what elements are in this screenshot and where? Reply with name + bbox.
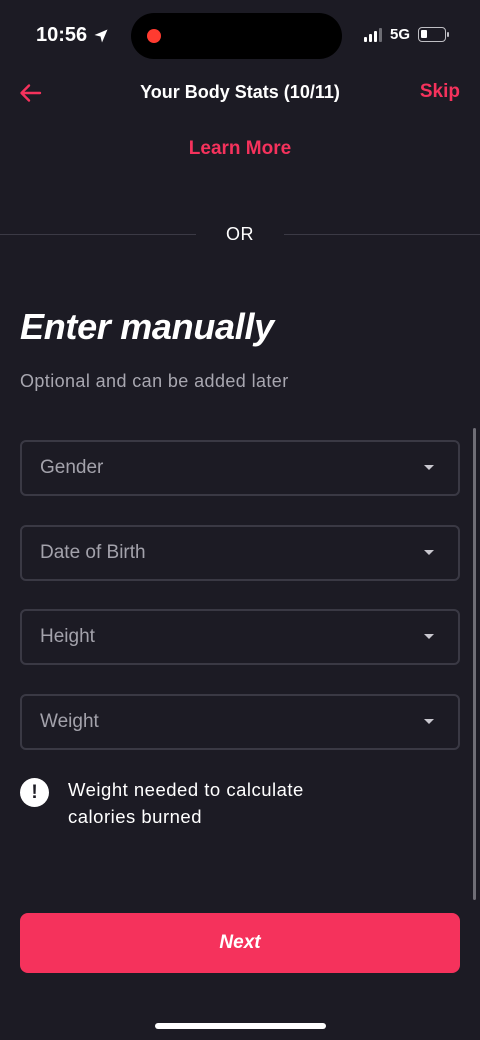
network-type: 5G — [389, 26, 410, 43]
signal-icon — [363, 27, 382, 42]
status-time: 10:56 — [36, 24, 109, 47]
status-bar: 10:56 5G — [0, 0, 480, 70]
info-icon: ! — [20, 778, 49, 807]
skip-button[interactable]: Skip — [420, 81, 460, 103]
info-text: Weight needed to calculate calories burn… — [68, 779, 304, 827]
next-button-label: Next — [219, 932, 261, 953]
date-of-birth-dropdown[interactable]: Date of Birth — [20, 525, 460, 581]
time-text: 10:56 — [36, 24, 88, 46]
battery-icon — [418, 27, 449, 42]
header: Your Body Stats (10/11) Skip — [0, 70, 480, 116]
field-label: Date of Birth — [40, 542, 146, 563]
status-indicators: 5G — [363, 26, 449, 43]
caret-down-icon — [424, 634, 434, 639]
gender-dropdown[interactable]: Gender — [20, 440, 460, 496]
learn-more-link[interactable]: Learn More — [0, 138, 480, 160]
divider-line — [284, 234, 480, 235]
section-title: Enter manually — [20, 306, 274, 347]
location-arrow-icon — [94, 29, 108, 42]
home-indicator[interactable] — [155, 1023, 326, 1029]
field-label: Gender — [40, 457, 104, 478]
height-dropdown[interactable]: Height — [20, 609, 460, 665]
caret-down-icon — [424, 719, 434, 724]
field-label: Height — [40, 626, 95, 647]
page-title: Your Body Stats (10/11) — [140, 82, 340, 102]
recording-indicator — [147, 29, 161, 43]
screen: 10:56 5G Your Body Stats (10/11) Skip Le… — [0, 0, 480, 1040]
weight-dropdown[interactable]: Weight — [20, 694, 460, 750]
scrollbar[interactable] — [473, 428, 476, 900]
dynamic-island — [131, 13, 342, 59]
caret-down-icon — [424, 465, 434, 470]
section-subtitle: Optional and can be added later — [20, 371, 289, 391]
next-button[interactable]: Next — [20, 913, 460, 973]
caret-down-icon — [424, 550, 434, 555]
or-divider: OR — [0, 222, 480, 248]
field-label: Weight — [40, 711, 99, 732]
